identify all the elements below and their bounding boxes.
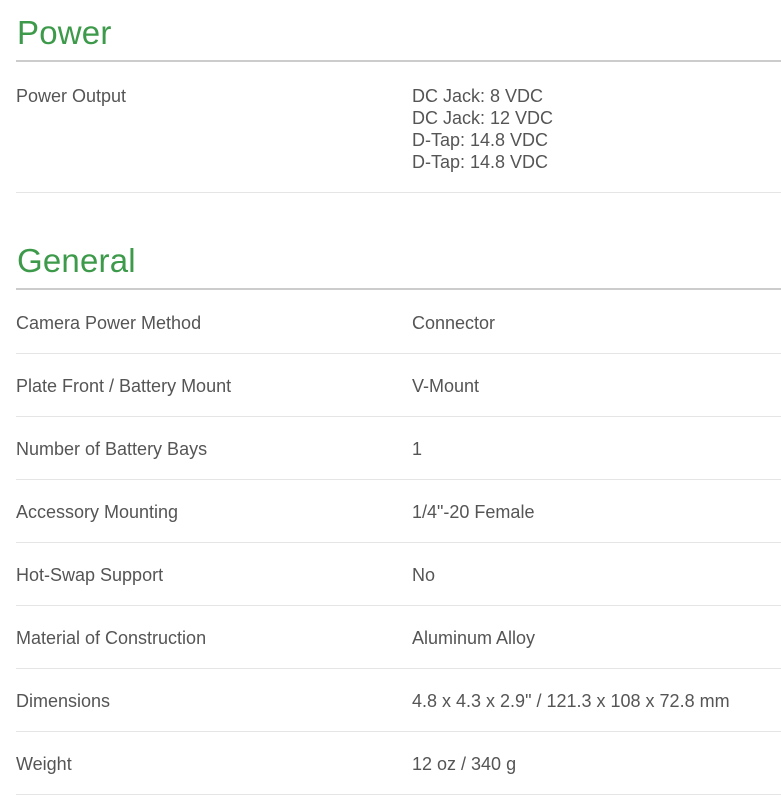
spec-value: Aluminum Alloy: [412, 628, 536, 648]
spec-label: Hot-Swap Support: [16, 565, 164, 585]
spec-value: 12 oz / 340 g: [412, 754, 517, 774]
spec-row-hot-swap: Hot-Swap Support No: [16, 543, 781, 606]
spec-value: 1/4"-20 Female: [412, 502, 535, 522]
general-section-title: General: [16, 228, 781, 290]
general-section: General Camera Power Method Connector Pl…: [16, 228, 781, 795]
spec-label: Power Output: [16, 86, 127, 106]
spec-label: Dimensions: [16, 691, 111, 711]
spec-value: No: [412, 565, 436, 585]
general-spec-table: Camera Power Method Connector Plate Fron…: [16, 290, 781, 795]
spec-value-line: D-Tap: 14.8 VDC: [412, 152, 549, 172]
spec-value: 1: [412, 439, 423, 459]
spec-value-line: DC Jack: 12 VDC: [412, 108, 554, 128]
spec-row-camera-power-method: Camera Power Method Connector: [16, 290, 781, 354]
spec-value: DC Jack: 8 VDC DC Jack: 12 VDC D-Tap: 14…: [412, 85, 781, 192]
spec-row-battery-mount: Plate Front / Battery Mount V-Mount: [16, 354, 781, 417]
spec-row-power-output: Power Output DC Jack: 8 VDC DC Jack: 12 …: [16, 62, 781, 193]
spec-row-dimensions: Dimensions 4.8 x 4.3 x 2.9" / 121.3 x 10…: [16, 669, 781, 732]
spec-value: V-Mount: [412, 376, 480, 396]
spec-row-material: Material of Construction Aluminum Alloy: [16, 606, 781, 669]
spec-row-accessory-mounting: Accessory Mounting 1/4"-20 Female: [16, 480, 781, 543]
spec-row-weight: Weight 12 oz / 340 g: [16, 732, 781, 795]
spec-value: 4.8 x 4.3 x 2.9" / 121.3 x 108 x 72.8 mm: [412, 691, 730, 711]
power-section-title: Power: [16, 0, 781, 62]
spec-value: Connector: [412, 312, 496, 333]
spec-label: Accessory Mounting: [16, 502, 179, 522]
spec-value-line: D-Tap: 14.8 VDC: [412, 130, 549, 150]
spec-label: Material of Construction: [16, 628, 207, 648]
spec-label: Plate Front / Battery Mount: [16, 376, 232, 396]
power-section: Power Power Output DC Jack: 8 VDC DC Jac…: [16, 0, 781, 193]
spec-label: Camera Power Method: [16, 312, 202, 333]
spec-label: Weight: [16, 754, 72, 774]
spec-value-line: DC Jack: 8 VDC: [412, 86, 544, 106]
spec-label: Number of Battery Bays: [16, 439, 208, 459]
spec-row-battery-bays: Number of Battery Bays 1: [16, 417, 781, 480]
